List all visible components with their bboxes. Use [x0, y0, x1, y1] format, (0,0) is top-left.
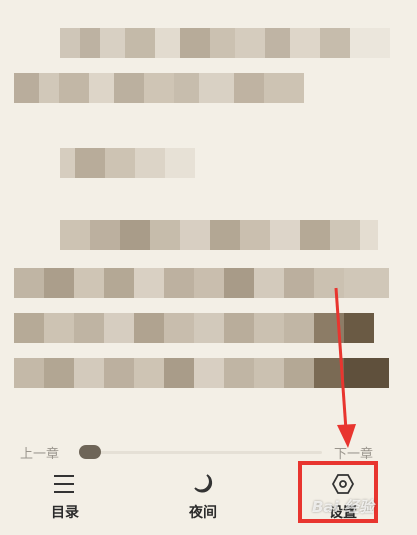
- watermark-logo: Bai 经验: [312, 498, 374, 516]
- annotation-arrow: [334, 287, 356, 448]
